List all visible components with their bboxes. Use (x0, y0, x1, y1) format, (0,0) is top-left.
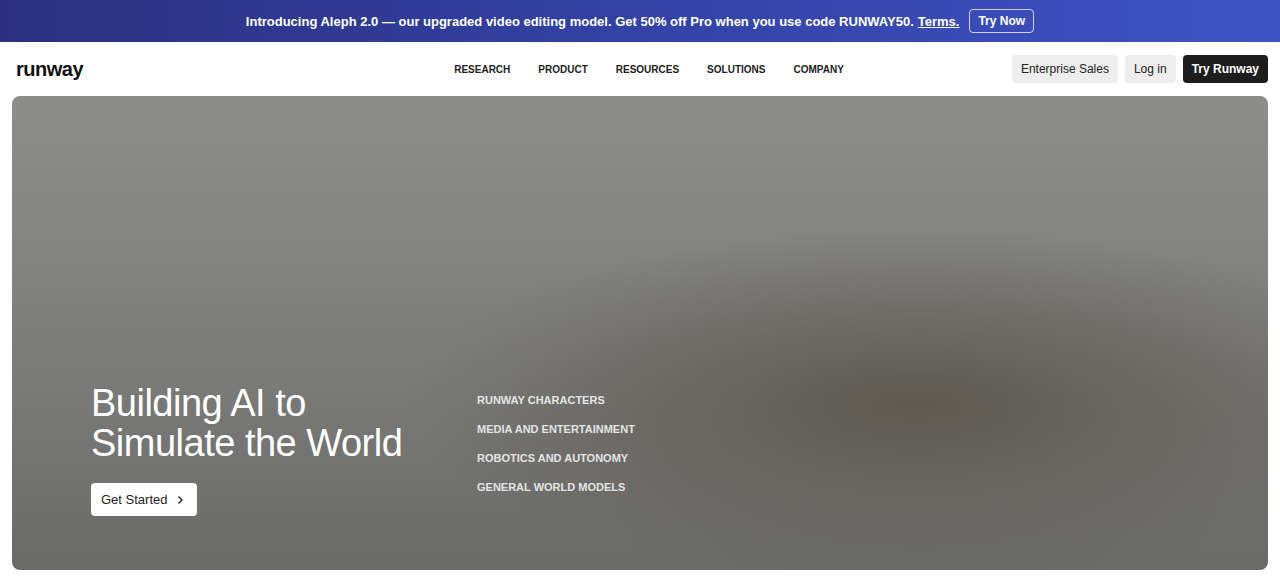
banner-text: Introducing Aleph 2.0 — our upgraded vid… (246, 14, 914, 29)
nav-item[interactable]: RESOURCES (616, 64, 679, 75)
nav-button[interactable]: Log in (1125, 55, 1176, 83)
promo-banner: Introducing Aleph 2.0 — our upgraded vid… (0, 0, 1280, 42)
nav-button[interactable]: Try Runway (1183, 55, 1268, 83)
hero-title: Building AI toSimulate the World (91, 383, 477, 463)
nav-item[interactable]: RESEARCH (454, 64, 510, 75)
hero-content: Building AI toSimulate the World Get Star… (91, 383, 477, 516)
get-started-button[interactable]: Get Started (91, 483, 197, 516)
hero-link[interactable]: RUNWAY CHARACTERS (477, 393, 635, 407)
nav-bar: runway RESEARCH PRODUCT RESOURCES SOLUTIONS C… (0, 42, 1280, 96)
logo[interactable]: runway (16, 58, 83, 80)
nav-item[interactable]: SOLUTIONS (707, 64, 765, 75)
terms-link[interactable]: Terms. (918, 14, 960, 29)
try-now-button[interactable]: Try Now (969, 9, 1034, 33)
hero-links: RUNWAY CHARACTERS MEDIA AND ENTERTAINMENT… (477, 393, 635, 494)
hero-link[interactable]: GENERAL WORLD MODELS (477, 480, 635, 494)
nav-button[interactable]: Enterprise Sales (1012, 55, 1118, 83)
chevron-right-icon (175, 495, 185, 505)
hero-link[interactable]: MEDIA AND ENTERTAINMENT (477, 422, 635, 436)
hero: Building AI toSimulate the World Get Star… (12, 96, 1268, 570)
nav-menu: RESEARCH PRODUCT RESOURCES SOLUTIONS COMPANY (454, 64, 844, 75)
page: Introducing Aleph 2.0 — our upgraded vid… (0, 0, 1280, 585)
nav-item[interactable]: PRODUCT (538, 64, 587, 75)
nav-item[interactable]: COMPANY (793, 64, 843, 75)
hero-link[interactable]: ROBOTICS AND AUTONOMY (477, 451, 635, 465)
